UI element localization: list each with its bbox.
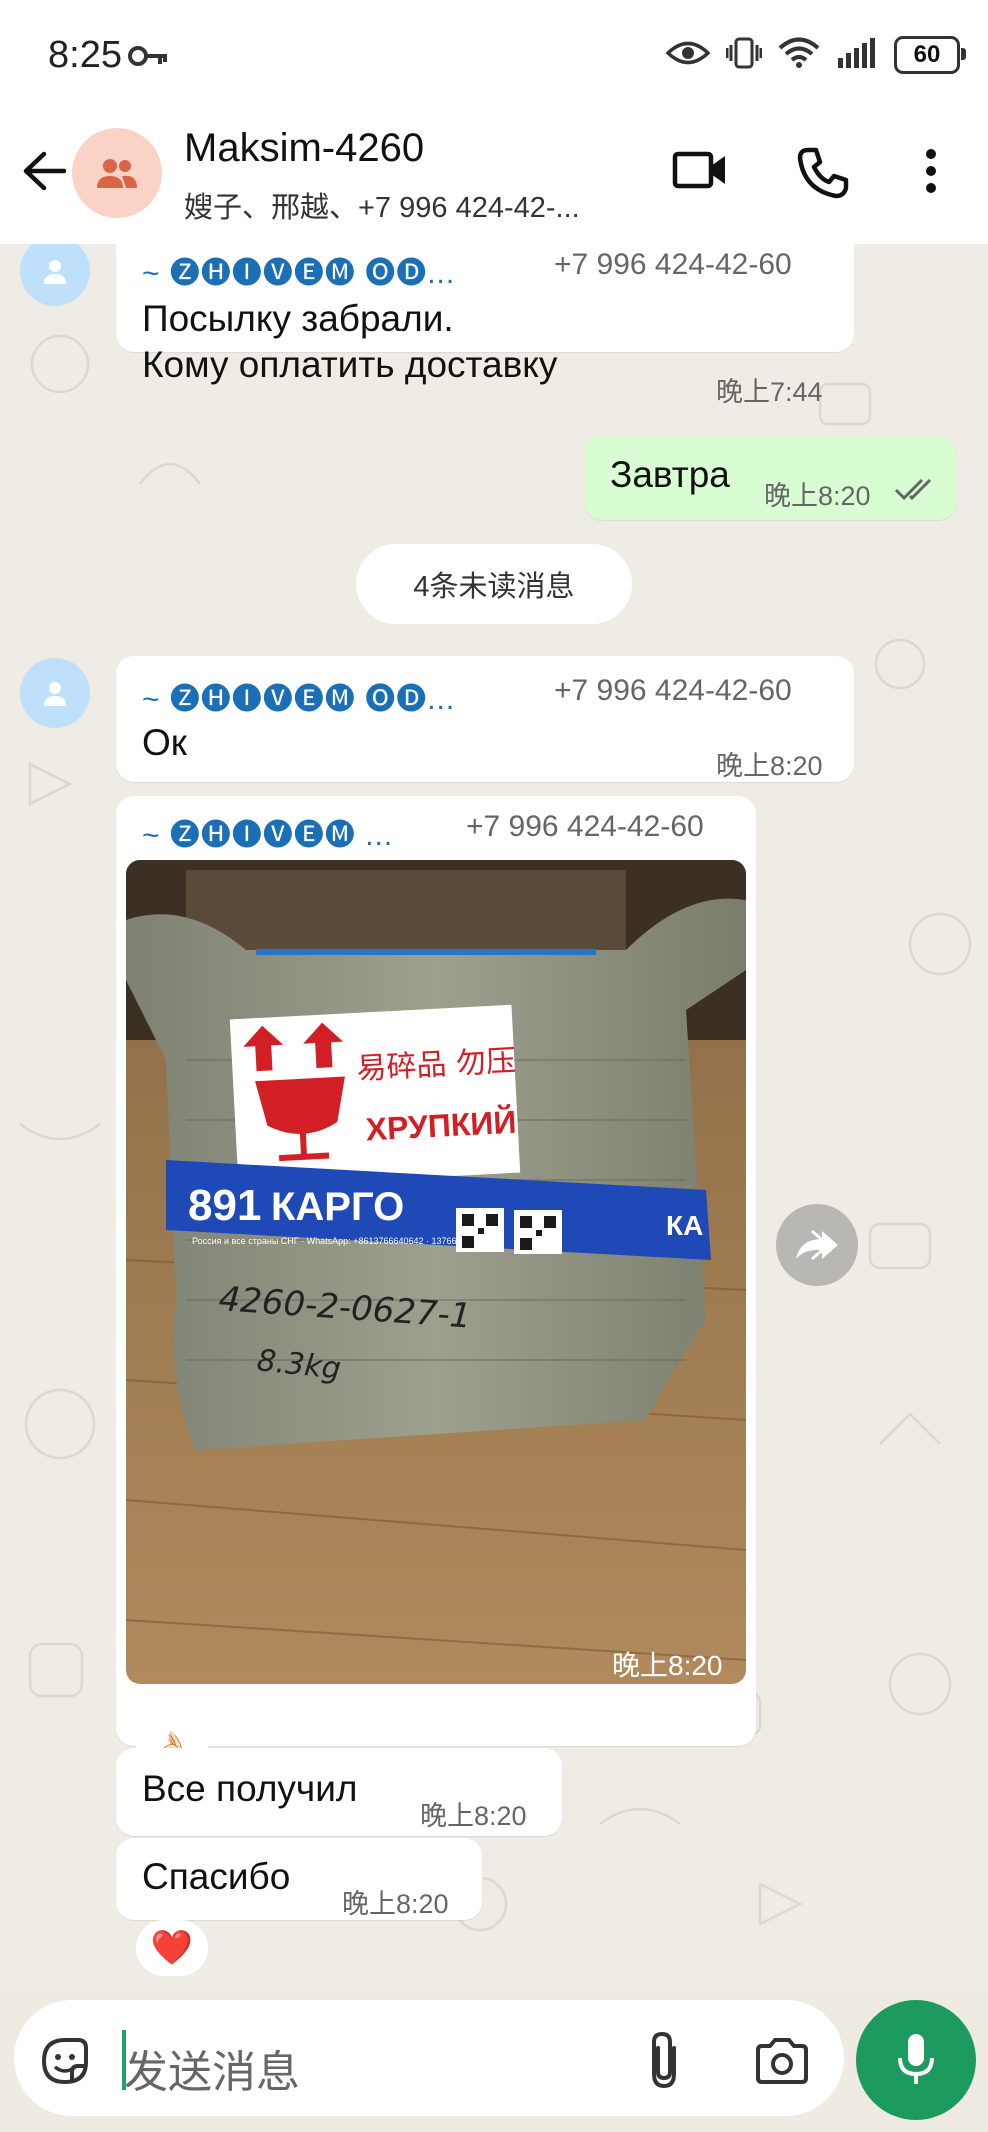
message-time: 晚上8:20 [420,1801,527,1831]
message-text: Посылку забрали. [142,298,454,339]
tape-number: 891 [188,1181,261,1230]
group-avatar-icon[interactable] [72,128,162,218]
more-vert-icon[interactable] [918,148,944,199]
message-placeholder: 发送消息 [124,2048,300,2097]
sticker-icon[interactable] [38,2034,92,2093]
chat-area[interactable]: ~ 🅩🅗🅘🅥🅔🅜 🅞🅓... +7 996 424-42-60 Посылку … [0,244,988,1996]
signal-icon [836,37,878,73]
sender-name[interactable]: ~ 🅩🅗🅘🅥🅔🅜 🅞🅓... [142,248,455,292]
back-arrow-icon[interactable] [20,148,67,199]
sender-name[interactable]: ~ 🅩🅗🅘🅥🅔🅜 ... [142,810,393,854]
sender-avatar-icon[interactable] [20,658,90,728]
battery-icon: 60 [894,36,966,74]
sender-name[interactable]: ~ 🅩🅗🅘🅥🅔🅜 🅞🅓... [142,674,455,718]
message-text: Завтра [610,454,730,495]
message-text: Спасибо [142,1856,291,1897]
attach-icon[interactable] [644,2030,684,2095]
message-time: 晚上8:20 [716,751,823,781]
forward-icon[interactable] [776,1204,858,1286]
phone-call-icon[interactable] [796,146,850,205]
status-time: 8:25 [48,34,122,76]
message-text: Все получил [142,1768,358,1809]
mic-button[interactable] [856,2000,976,2120]
chat-participants[interactable]: 嫂子、邢越、+7 996 424-42-... [184,184,580,226]
key-icon [128,44,168,73]
tape-brand: КАРГО [271,1185,404,1229]
camera-icon[interactable] [754,2036,810,2091]
tape-small-text: Россия и все страны СНГ · WhatsApp: +861… [192,1236,487,1246]
message-text: Ок [142,722,187,763]
parcel-photo-illustration: 易碎品 勿压 ХРУПКИЙ 891 КАРГО Россия и все ст… [126,860,746,1684]
sender-phone: +7 996 424-42-60 [554,248,792,281]
sender-phone: +7 996 424-42-60 [466,810,704,843]
eye-icon [665,38,711,73]
unread-divider: 4条未读消息 [356,544,632,624]
mic-icon [898,2034,934,2084]
message-time: 晚上8:20 [764,481,871,511]
video-call-icon[interactable] [672,148,728,197]
status-icons: 60 [665,36,966,74]
vibrate-icon [725,37,763,74]
message-text: Кому оплатить доставку [142,344,558,385]
image-time: 晚上8:20 [612,1650,723,1681]
photo-parcel[interactable]: 易碎品 勿压 ХРУПКИЙ 891 КАРГО Россия и все ст… [126,860,746,1684]
wifi-icon [778,37,820,74]
chat-title[interactable]: Maksim-4260 [184,126,424,171]
message-time: 晚上7:44 [716,377,823,407]
read-ticks-icon [894,476,938,507]
tape-side-text: КА [666,1210,703,1241]
sender-phone: +7 996 424-42-60 [554,674,792,707]
message-time: 晚上8:20 [342,1889,449,1919]
reaction-heart[interactable]: ❤️ [136,1920,208,1976]
